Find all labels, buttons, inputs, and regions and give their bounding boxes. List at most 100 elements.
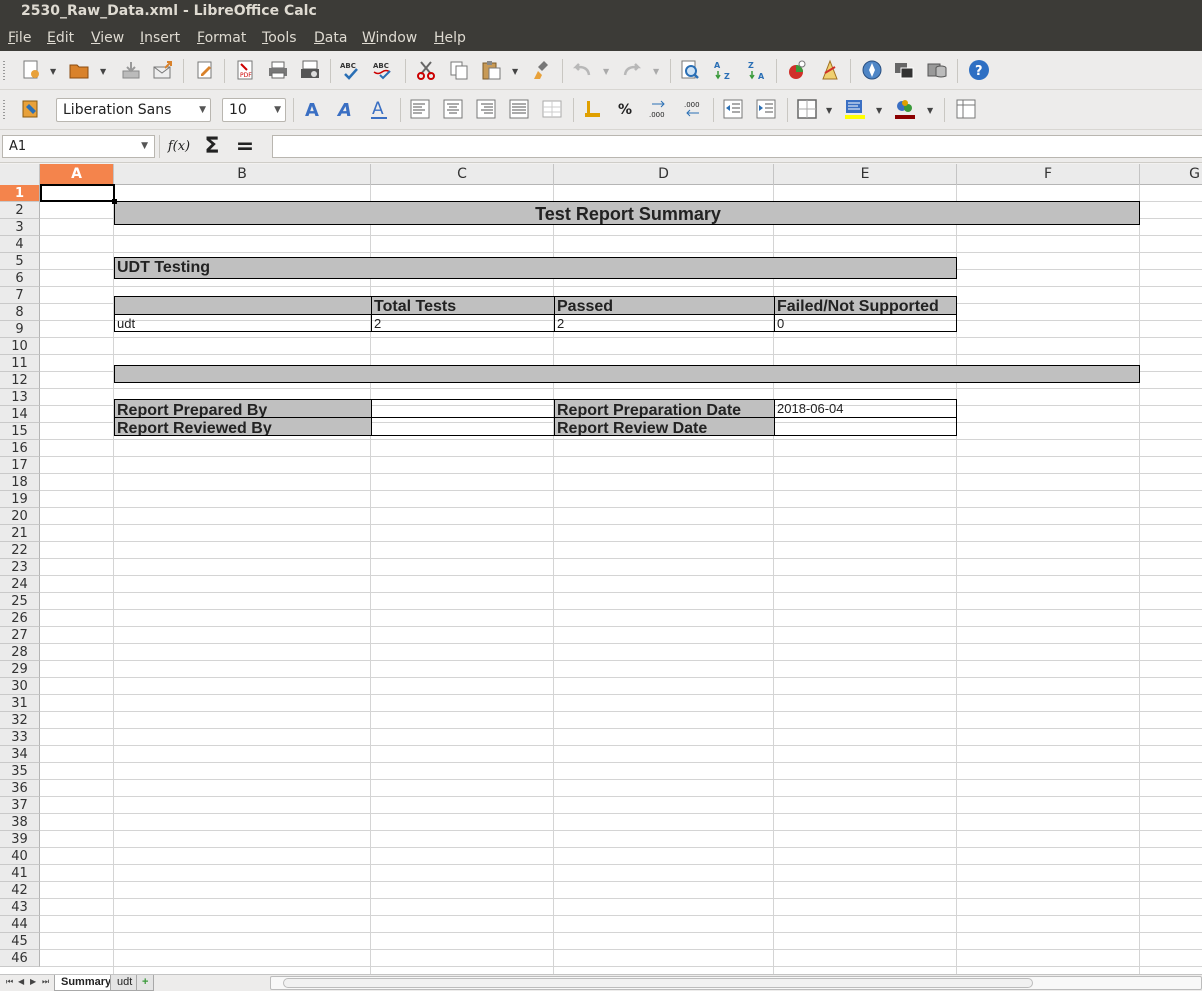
redo-icon[interactable] [620, 58, 644, 82]
column-header[interactable]: E [774, 164, 957, 185]
column-header[interactable]: F [957, 164, 1140, 185]
insert-draw-icon[interactable] [818, 58, 842, 82]
row-header[interactable]: 24 [0, 576, 40, 593]
row-header[interactable]: 14 [0, 406, 40, 423]
signoff-label-cell[interactable]: Report Preparation Date [554, 399, 775, 418]
row-header[interactable]: 1 [0, 185, 40, 202]
signoff-value-cell[interactable] [371, 417, 555, 436]
row-header[interactable]: 38 [0, 814, 40, 831]
row-header[interactable]: 4 [0, 236, 40, 253]
row-header[interactable]: 17 [0, 457, 40, 474]
row-header[interactable]: 19 [0, 491, 40, 508]
open-folder-icon[interactable] [67, 58, 91, 82]
column-header[interactable]: B [114, 164, 371, 185]
row-header[interactable]: 18 [0, 474, 40, 491]
paste-dropdown-icon[interactable]: ▼ [512, 68, 520, 76]
formula-equals-icon[interactable]: = [232, 135, 258, 158]
justify-icon[interactable] [507, 97, 531, 121]
column-header[interactable]: C [371, 164, 554, 185]
row-header[interactable]: 23 [0, 559, 40, 576]
function-wizard-icon[interactable]: f(x) [166, 135, 192, 158]
underline-icon[interactable]: A [367, 97, 391, 121]
row-header[interactable]: 8 [0, 304, 40, 321]
font-name-combobox[interactable]: Liberation Sans ▼ [56, 98, 211, 122]
row-header[interactable]: 3 [0, 219, 40, 236]
row-header[interactable]: 21 [0, 525, 40, 542]
add-decimal-icon[interactable]: .000 [647, 97, 671, 121]
menu-edit[interactable]: Edit [47, 27, 74, 51]
edit-file-icon[interactable] [193, 58, 217, 82]
toggle-grid-icon[interactable] [954, 97, 978, 121]
new-document-icon[interactable] [19, 58, 43, 82]
print-icon[interactable] [266, 58, 290, 82]
sort-descending-icon[interactable]: ZA [745, 58, 769, 82]
row-header[interactable]: 40 [0, 848, 40, 865]
horizontal-scrollbar[interactable] [270, 976, 1202, 990]
navigator-icon[interactable] [860, 58, 884, 82]
help-icon[interactable]: ? [967, 58, 991, 82]
signoff-label-cell[interactable]: Report Prepared By [114, 399, 372, 418]
styles-formatting-icon[interactable] [19, 97, 43, 121]
row-header[interactable]: 46 [0, 950, 40, 967]
print-preview-icon[interactable] [298, 58, 322, 82]
paste-icon[interactable] [479, 58, 503, 82]
row-header[interactable]: 5 [0, 253, 40, 270]
italic-icon[interactable]: A [334, 97, 358, 121]
row-header[interactable]: 9 [0, 321, 40, 338]
row-header[interactable]: 16 [0, 440, 40, 457]
find-replace-icon[interactable] [678, 58, 702, 82]
table-header-cell[interactable]: Total Tests [371, 296, 555, 315]
menu-view[interactable]: View [91, 27, 124, 51]
currency-format-icon[interactable] [581, 97, 605, 121]
menu-insert[interactable]: Insert [140, 27, 180, 51]
name-box[interactable]: A1 ▼ [2, 135, 155, 158]
row-header[interactable]: 35 [0, 763, 40, 780]
column-header[interactable]: D [554, 164, 774, 185]
row-header[interactable]: 22 [0, 542, 40, 559]
percent-format-icon[interactable]: % [614, 97, 638, 121]
increase-indent-icon[interactable] [754, 97, 778, 121]
sort-ascending-icon[interactable]: AZ [711, 58, 735, 82]
background-color-dropdown-icon[interactable]: ▼ [876, 107, 884, 115]
select-all-corner[interactable] [0, 164, 40, 185]
row-header[interactable]: 11 [0, 355, 40, 372]
row-header[interactable]: 6 [0, 270, 40, 287]
font-color-dropdown-icon[interactable]: ▼ [927, 107, 935, 115]
clone-formatting-icon[interactable] [531, 58, 555, 82]
sheet-tab-summary[interactable]: Summary [54, 975, 119, 991]
row-header[interactable]: 45 [0, 933, 40, 950]
send-mail-icon[interactable] [151, 58, 175, 82]
next-sheet-icon[interactable]: ▶ [30, 977, 36, 986]
align-left-icon[interactable] [408, 97, 432, 121]
row-header[interactable]: 26 [0, 610, 40, 627]
table-header-cell[interactable] [114, 296, 372, 315]
signoff-value-cell[interactable]: 2018-06-04 [774, 399, 957, 418]
gallery-icon[interactable] [892, 58, 916, 82]
delete-decimal-icon[interactable]: .000 [680, 97, 704, 121]
row-header[interactable]: 33 [0, 729, 40, 746]
add-sheet-icon[interactable]: + [136, 975, 155, 991]
first-sheet-icon[interactable]: ⏮ [6, 977, 13, 987]
row-header[interactable]: 42 [0, 882, 40, 899]
row-header[interactable]: 10 [0, 338, 40, 355]
report-title-cell[interactable]: Test Report Summary [114, 201, 1140, 225]
divider-bar-cell[interactable] [114, 365, 1140, 383]
auto-spellcheck-icon[interactable]: ABC [371, 58, 395, 82]
menu-format[interactable]: Format [197, 27, 246, 51]
table-cell[interactable]: udt [114, 314, 372, 332]
row-header[interactable]: 2 [0, 202, 40, 219]
row-header[interactable]: 34 [0, 746, 40, 763]
menu-help[interactable]: Help [434, 27, 466, 51]
last-sheet-icon[interactable]: ⏭ [42, 977, 49, 987]
bold-icon[interactable]: A [301, 97, 325, 121]
table-cell[interactable]: 0 [774, 314, 957, 332]
row-header[interactable]: 31 [0, 695, 40, 712]
save-icon[interactable] [119, 58, 143, 82]
row-header[interactable]: 39 [0, 831, 40, 848]
row-header[interactable]: 20 [0, 508, 40, 525]
export-pdf-icon[interactable]: PDF [233, 58, 257, 82]
menu-data[interactable]: Data [314, 27, 347, 51]
row-header[interactable]: 15 [0, 423, 40, 440]
redo-dropdown-icon[interactable]: ▼ [653, 68, 661, 76]
signoff-value-cell[interactable] [371, 399, 555, 418]
